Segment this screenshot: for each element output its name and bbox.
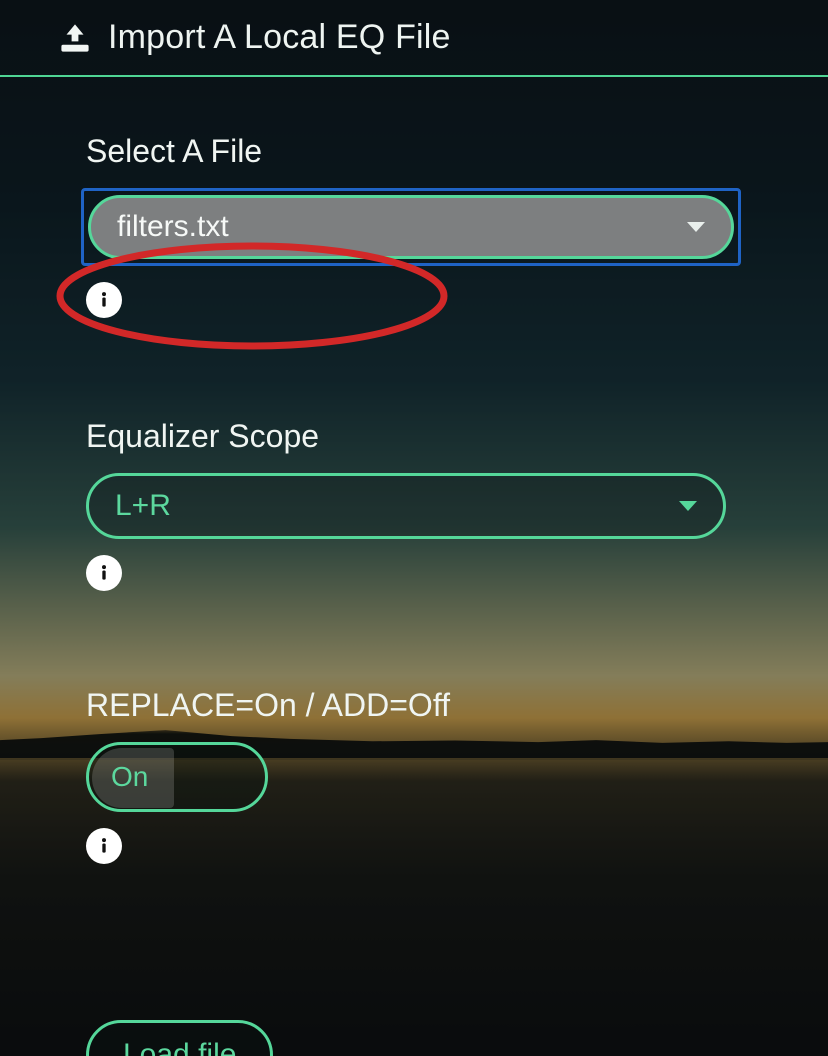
info-icon <box>94 563 114 583</box>
action-field: Load file <box>58 1020 770 1056</box>
scope-select[interactable]: L+R <box>86 473 726 539</box>
mode-field: REPLACE=On / ADD=Off On <box>58 687 770 864</box>
info-icon <box>94 290 114 310</box>
load-file-label: Load file <box>123 1038 236 1056</box>
chevron-down-icon <box>687 222 705 232</box>
file-select-focus-ring: filters.txt <box>81 188 741 266</box>
file-field: Select A File filters.txt <box>58 133 770 318</box>
replace-add-toggle[interactable]: On <box>86 742 268 812</box>
toggle-label: On <box>111 761 148 793</box>
panel-header: Import A Local EQ File <box>0 0 828 77</box>
import-eq-panel: Import A Local EQ File Select A File fil… <box>0 0 828 1056</box>
file-select[interactable]: filters.txt <box>88 195 734 259</box>
info-icon <box>94 836 114 856</box>
file-field-label: Select A File <box>86 133 770 170</box>
upload-icon <box>58 24 92 52</box>
scope-field: Equalizer Scope L+R <box>58 418 770 591</box>
panel-title: Import A Local EQ File <box>108 18 451 57</box>
scope-field-label: Equalizer Scope <box>86 418 770 455</box>
scope-info-button[interactable] <box>86 555 122 591</box>
mode-info-button[interactable] <box>86 828 122 864</box>
load-file-button[interactable]: Load file <box>86 1020 273 1056</box>
mode-field-label: REPLACE=On / ADD=Off <box>86 687 770 724</box>
spacer <box>58 328 770 392</box>
chevron-down-icon <box>679 501 697 511</box>
panel-content: Select A File filters.txt Equalizer Scop… <box>0 77 828 1056</box>
scope-select-value: L+R <box>115 489 171 523</box>
spacer <box>58 601 770 661</box>
file-info-button[interactable] <box>86 282 122 318</box>
spacer <box>58 874 770 994</box>
file-select-value: filters.txt <box>117 210 229 244</box>
